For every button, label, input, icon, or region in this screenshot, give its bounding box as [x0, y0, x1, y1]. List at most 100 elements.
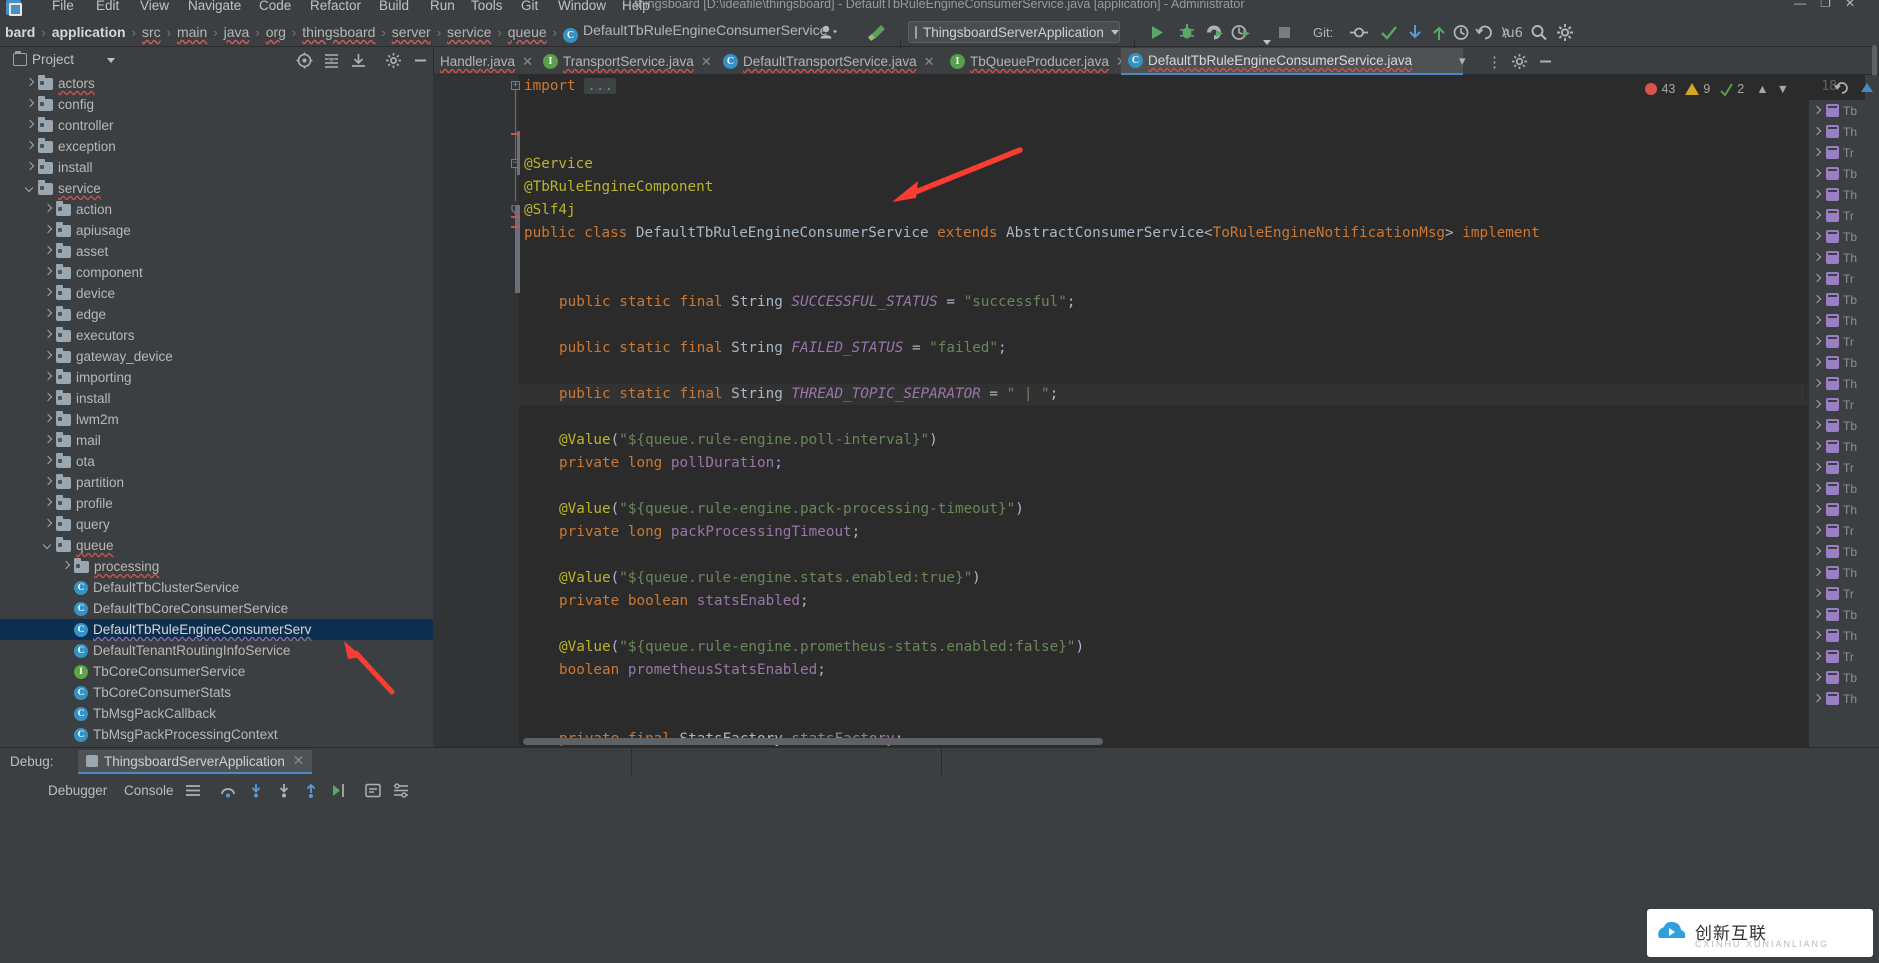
chevron-right-icon[interactable] [1813, 379, 1822, 388]
structure-row[interactable]: Tb [1809, 289, 1879, 310]
breadcrumb-item-src[interactable]: src [137, 24, 166, 40]
chevron-right-icon[interactable] [1813, 169, 1822, 178]
tree-item[interactable]: C TbMsgPackCallback [0, 703, 433, 724]
menu-window[interactable]: Window [558, 0, 606, 13]
chevron-right-icon[interactable] [1813, 631, 1822, 640]
chevron-right-icon[interactable] [1813, 316, 1822, 325]
breadcrumb-item-thingsboard[interactable]: thingsboard [297, 24, 380, 40]
menu-file[interactable]: File [52, 0, 74, 13]
chevron-right-icon[interactable] [44, 499, 53, 508]
tab-tbqueueproducer-java[interactable]: I TbQueueProducer.java ✕ [943, 48, 1134, 75]
chevron-right-icon[interactable] [1813, 610, 1822, 619]
debug-settings-icon[interactable] [392, 782, 410, 799]
tree-item[interactable]: C DefaultTenantRoutingInfoService [0, 640, 433, 661]
chevron-right-icon[interactable] [1813, 442, 1822, 451]
project-tree[interactable]: actors config controller exception install se… [0, 73, 433, 747]
debug-subtab-console[interactable]: Console [124, 783, 174, 798]
hammer-build-icon[interactable] [866, 22, 888, 43]
structure-row[interactable]: Th [1809, 688, 1879, 709]
breadcrumb-item-main[interactable]: main [172, 24, 212, 40]
structure-row[interactable]: Tr [1809, 331, 1879, 352]
git-checkmark-icon[interactable] [1378, 22, 1400, 43]
git-update-icon[interactable] [1404, 22, 1426, 43]
tree-item[interactable]: ota [0, 451, 433, 472]
tab-close-icon[interactable]: ✕ [701, 54, 712, 70]
structure-panel-divider[interactable] [1805, 100, 1806, 747]
structure-row[interactable]: Th [1809, 184, 1879, 205]
force-step-into-icon[interactable] [275, 782, 293, 799]
chevron-right-icon[interactable] [44, 226, 53, 235]
code-line[interactable]: @TbRuleEngineComponent [524, 179, 713, 195]
tree-item[interactable]: controller [0, 115, 433, 136]
code-line[interactable]: public static final String SUCCESSFUL_ST… [559, 294, 1075, 310]
chevron-right-icon[interactable] [1813, 547, 1822, 556]
menu-build[interactable]: Build [379, 0, 409, 13]
expand-all-icon[interactable] [350, 52, 367, 69]
chevron-right-icon[interactable] [1813, 127, 1822, 136]
chevron-right-icon[interactable] [44, 520, 53, 529]
code-line[interactable]: import ... [524, 78, 617, 94]
chevron-right-icon[interactable] [1813, 694, 1822, 703]
chevron-down-icon[interactable] [26, 184, 35, 193]
tree-item[interactable]: importing [0, 367, 433, 388]
chevron-right-icon[interactable] [44, 205, 53, 214]
step-over-icon[interactable] [219, 782, 237, 799]
structure-row[interactable]: Th [1809, 562, 1879, 583]
chevron-down-icon[interactable] [44, 541, 53, 550]
structure-row[interactable]: Tb [1809, 604, 1879, 625]
chevron-right-icon[interactable] [44, 268, 53, 277]
chevron-right-icon[interactable] [44, 310, 53, 319]
structure-row[interactable]: Th [1809, 499, 1879, 520]
chevron-right-icon[interactable] [1813, 274, 1822, 283]
menu-view[interactable]: View [140, 0, 169, 13]
inspection-widget[interactable]: 43 9 2 ▲ ▼ [1645, 80, 1789, 98]
structure-row[interactable]: Tr [1809, 520, 1879, 541]
tab-defaulttbruleengineconsumerservice-java[interactable]: C DefaultTbRuleEngineConsumerService.jav… [1121, 48, 1463, 75]
tree-item[interactable]: asset [0, 241, 433, 262]
breadcrumb-item-bard[interactable]: bard [0, 24, 40, 40]
structure-row[interactable]: Th [1809, 121, 1879, 142]
tree-item[interactable]: lwm2m [0, 409, 433, 430]
structure-row[interactable]: Tb [1809, 163, 1879, 184]
chevron-right-icon[interactable] [1813, 484, 1822, 493]
code-line[interactable]: @Service [524, 156, 593, 172]
editor-settings-gear-icon[interactable] [1511, 53, 1528, 70]
structure-row[interactable]: Th [1809, 373, 1879, 394]
run-with-coverage-icon[interactable] [1204, 22, 1226, 43]
code-line[interactable]: private boolean statsEnabled; [559, 593, 809, 609]
tree-item[interactable]: gateway_device [0, 346, 433, 367]
chevron-right-icon[interactable] [26, 142, 35, 151]
code-line[interactable]: @Value("${queue.rule-engine.prometheus-s… [559, 639, 1084, 655]
tree-item-selected[interactable]: C DefaultTbRuleEngineConsumerServ [0, 619, 433, 640]
chevron-right-icon[interactable] [1813, 253, 1822, 262]
tree-item[interactable]: C DefaultTbClusterService [0, 577, 433, 598]
chevron-right-icon[interactable] [26, 163, 35, 172]
chevron-right-icon[interactable] [44, 289, 53, 298]
chevron-right-icon[interactable] [44, 247, 53, 256]
inspection-down-icon[interactable]: ▼ [1777, 82, 1789, 96]
breadcrumb-item-queue[interactable]: queue [503, 24, 552, 40]
profile-icon[interactable] [1230, 22, 1252, 43]
structure-panel-toolbar[interactable] [1834, 80, 1875, 96]
user-avatar-icon[interactable] [818, 22, 838, 43]
structure-row[interactable]: Th [1809, 625, 1879, 646]
step-out-icon[interactable] [302, 782, 320, 799]
structure-row[interactable]: Tb [1809, 100, 1879, 121]
settings-gear-icon[interactable] [1554, 22, 1576, 43]
chevron-right-icon[interactable] [1813, 673, 1822, 682]
tab-handler-java[interactable]: Handler.java ✕ [433, 48, 540, 75]
menu-run[interactable]: Run [430, 0, 455, 13]
tree-item[interactable]: partition [0, 472, 433, 493]
chevron-right-icon[interactable] [62, 562, 71, 571]
chevron-right-icon[interactable] [1813, 652, 1822, 661]
tree-item[interactable]: processing [0, 556, 433, 577]
project-settings-icon[interactable] [385, 52, 402, 69]
structure-row[interactable]: Tr [1809, 646, 1879, 667]
hide-editor-panel-icon[interactable] [1537, 53, 1554, 70]
code-editor[interactable]: 18+7778−79808182838485868788899091929394… [433, 75, 1879, 747]
chevron-right-icon[interactable] [1813, 589, 1822, 598]
menu-edit[interactable]: Edit [96, 0, 119, 13]
tree-item[interactable]: actors [0, 73, 433, 94]
profile-dropdown-icon[interactable] [1263, 40, 1271, 45]
code-line[interactable]: private long pollDuration; [559, 455, 783, 471]
